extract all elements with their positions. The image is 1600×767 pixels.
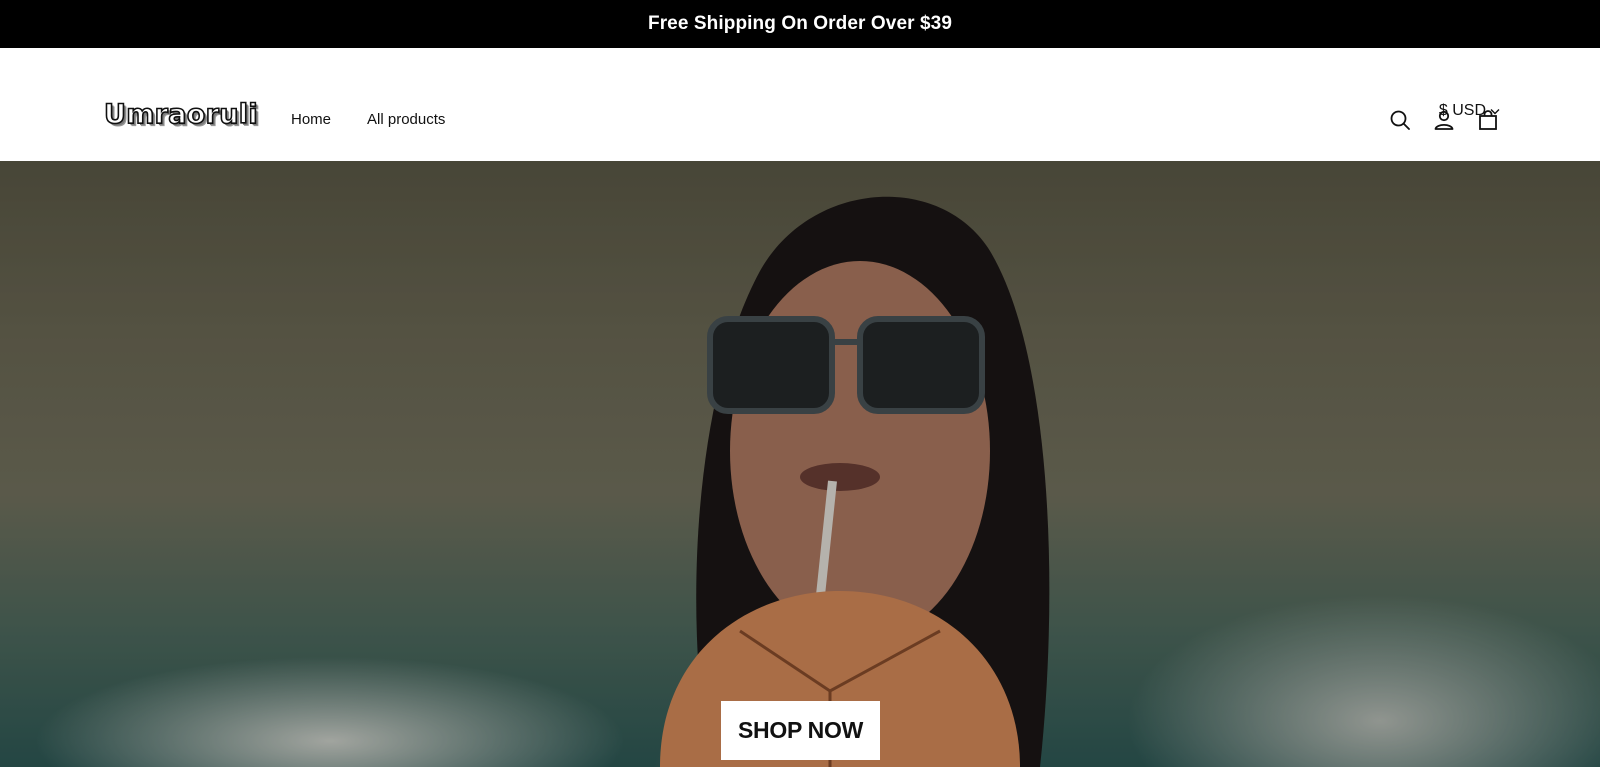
site-logo: Umraoruli [103, 98, 258, 131]
search-icon[interactable] [1388, 108, 1412, 132]
account-icon[interactable] [1432, 108, 1456, 132]
hero-banner: SHOP NOW [0, 161, 1600, 767]
nav-item-all-products[interactable]: All products [367, 111, 445, 128]
hero-image [660, 196, 1050, 767]
announcement-text: Free Shipping On Order Over $39 [647, 13, 953, 34]
logo-link[interactable]: Umraoruli [103, 98, 258, 131]
nav-item-home[interactable]: Home [291, 111, 331, 128]
cart-icon[interactable] [1476, 108, 1500, 132]
announcement-bar: Free Shipping On Order Over $39 [0, 0, 1600, 48]
main-nav: Home All products [291, 111, 445, 128]
header-icons [1388, 108, 1500, 132]
shop-now-button[interactable]: SHOP NOW [721, 701, 880, 760]
